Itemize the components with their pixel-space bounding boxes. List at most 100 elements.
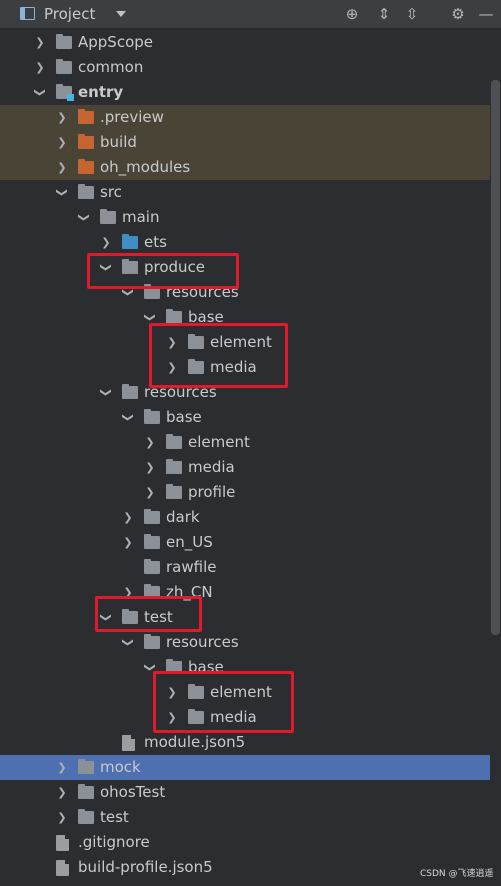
project-icon — [20, 7, 35, 20]
file-icon — [56, 835, 69, 851]
tree-item-label: build-profile.json5 — [78, 858, 213, 876]
tree-row[interactable]: ❯ element — [0, 430, 490, 455]
tree-row[interactable]: ❯ en_US — [0, 530, 490, 555]
chevron-right-icon[interactable]: ❯ — [144, 455, 156, 480]
tree-row[interactable]: ❯ media — [0, 455, 490, 480]
chevron-right-icon[interactable]: ❯ — [56, 805, 68, 830]
minimize-icon[interactable]: — — [476, 4, 496, 24]
tree-row[interactable]: ❯ test — [0, 605, 490, 630]
tree-item-label: media — [210, 358, 257, 376]
tree-item-label: AppScope — [78, 33, 153, 51]
chevron-down-icon[interactable]: ❯ — [138, 312, 163, 324]
watermark: CSDN @飞速逍遥 — [420, 869, 494, 879]
tree-row[interactable]: ❯ resources — [0, 280, 490, 305]
tree-row[interactable]: ❯ resources — [0, 630, 490, 655]
tree-item-label: rawfile — [166, 558, 217, 576]
chevron-down-icon[interactable]: ❯ — [138, 662, 163, 674]
tree-row[interactable]: ❯ oh_modules — [0, 155, 490, 180]
chevron-right-icon[interactable]: ❯ — [144, 430, 156, 455]
tree-row[interactable]: ❯ mock — [0, 755, 490, 780]
chevron-down-icon[interactable]: ❯ — [116, 637, 141, 649]
tree-row[interactable]: ❯ test — [0, 805, 490, 830]
chevron-right-icon[interactable]: ❯ — [34, 30, 46, 55]
tree-row[interactable]: ❯ resources — [0, 380, 490, 405]
tree-item-label: test — [100, 808, 129, 826]
chevron-right-icon[interactable]: ❯ — [56, 780, 68, 805]
tree-item-label: profile — [188, 483, 236, 501]
collapse-all-icon[interactable]: ⇳ — [402, 4, 422, 24]
tree-item-label: .preview — [100, 108, 164, 126]
tree-row[interactable]: rawfile — [0, 555, 490, 580]
scrollbar[interactable] — [491, 80, 500, 635]
tree-item-label: ohosTest — [100, 783, 166, 801]
folder-icon — [122, 259, 138, 274]
tree-row[interactable]: ❯ build — [0, 130, 490, 155]
chevron-down-icon[interactable]: ❯ — [116, 287, 141, 299]
tree-row[interactable]: ❯ entry — [0, 80, 490, 105]
chevron-down-icon[interactable]: ❯ — [94, 387, 119, 399]
chevron-right-icon[interactable]: ❯ — [100, 230, 112, 255]
chevron-right-icon[interactable]: ❯ — [166, 680, 178, 705]
chevron-right-icon[interactable]: ❯ — [34, 55, 46, 80]
tree-item-label: base — [166, 408, 202, 426]
chevron-right-icon[interactable]: ❯ — [56, 105, 68, 130]
tree-item-label: media — [210, 708, 257, 726]
chevron-down-icon[interactable]: ❯ — [72, 212, 97, 224]
tree-row[interactable]: ❯ main — [0, 205, 490, 230]
gear-icon[interactable]: ⚙ — [448, 4, 468, 24]
crosshair-icon[interactable]: ⊕ — [342, 4, 362, 24]
chevron-down-icon[interactable]: ❯ — [94, 612, 119, 624]
chevron-right-icon[interactable]: ❯ — [56, 130, 68, 155]
chevron-right-icon[interactable]: ❯ — [144, 480, 156, 505]
folder-icon — [144, 534, 160, 549]
tree-row[interactable]: ❯ AppScope — [0, 30, 490, 55]
folder-icon — [144, 284, 160, 299]
tree-row[interactable]: ❯ element — [0, 680, 490, 705]
folder-icon — [144, 559, 160, 574]
chevron-right-icon[interactable]: ❯ — [56, 155, 68, 180]
tree-row[interactable]: ❯ media — [0, 355, 490, 380]
folder-icon — [56, 59, 72, 74]
folder-icon — [166, 459, 182, 474]
chevron-right-icon[interactable]: ❯ — [122, 530, 134, 555]
tree-row[interactable]: ❯ zh_CN — [0, 580, 490, 605]
folder-icon — [122, 234, 138, 249]
chevron-down-icon[interactable]: ❯ — [50, 187, 75, 199]
folder-icon — [188, 359, 204, 374]
expand-all-icon[interactable]: ⇕ — [374, 4, 394, 24]
tree-row[interactable]: ❯ ohosTest — [0, 780, 490, 805]
chevron-down-icon[interactable]: ❯ — [94, 262, 119, 274]
chevron-right-icon[interactable]: ❯ — [122, 505, 134, 530]
tree-row[interactable]: module.json5 — [0, 730, 490, 755]
tree-row[interactable]: ❯ common — [0, 55, 490, 80]
chevron-right-icon[interactable]: ❯ — [166, 705, 178, 730]
panel-title[interactable]: Project — [44, 5, 95, 23]
tree-row[interactable]: build-profile.json5 — [0, 855, 490, 880]
tree-row[interactable]: ❯ .preview — [0, 105, 490, 130]
tree-row[interactable]: ❯ src — [0, 180, 490, 205]
tree-row[interactable]: ❯ base — [0, 655, 490, 680]
tree-row[interactable]: ❯ base — [0, 305, 490, 330]
tree-row[interactable]: ❯ element — [0, 330, 490, 355]
chevron-down-icon[interactable] — [116, 11, 126, 17]
tree-item-label: mock — [100, 758, 141, 776]
chevron-right-icon[interactable]: ❯ — [56, 755, 68, 780]
chevron-right-icon[interactable]: ❯ — [122, 580, 134, 605]
tree-item-label: produce — [144, 258, 206, 276]
chevron-down-icon[interactable]: ❯ — [28, 87, 53, 99]
chevron-right-icon[interactable]: ❯ — [166, 330, 178, 355]
tree-row[interactable]: ❯ base — [0, 405, 490, 430]
chevron-down-icon[interactable]: ❯ — [116, 412, 141, 424]
file-icon — [122, 735, 135, 751]
tree-row[interactable]: ❯ dark — [0, 505, 490, 530]
chevron-right-icon[interactable]: ❯ — [166, 355, 178, 380]
tree-item-label: oh_modules — [100, 158, 191, 176]
tree-row[interactable]: ❯ produce — [0, 255, 490, 280]
folder-icon — [56, 84, 74, 101]
folder-icon — [166, 484, 182, 499]
tree-item-label: en_US — [166, 533, 213, 551]
tree-row[interactable]: ❯ ets — [0, 230, 490, 255]
tree-row[interactable]: ❯ media — [0, 705, 490, 730]
tree-row[interactable]: ❯ profile — [0, 480, 490, 505]
tree-row[interactable]: .gitignore — [0, 830, 490, 855]
